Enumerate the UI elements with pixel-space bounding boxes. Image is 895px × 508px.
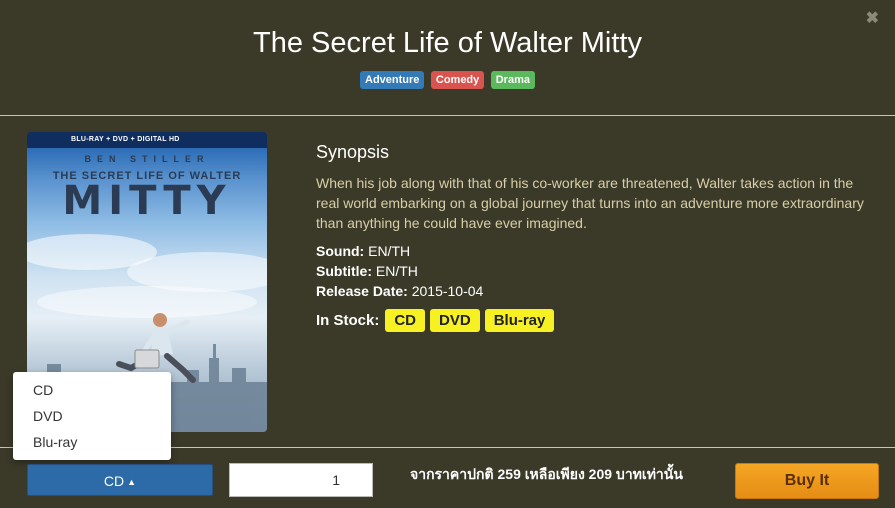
price-text: จากราคาปกติ 259 เหลือเพียง 209 บาทเท่านั…	[410, 466, 683, 482]
movie-title: The Secret Life of Walter Mitty	[253, 27, 642, 59]
stock-badge-cd: CD	[385, 309, 426, 332]
subtitle-value: EN/TH	[375, 263, 418, 279]
sound-row: Sound: EN/TH	[316, 241, 876, 261]
dropdown-option-dvd[interactable]: DVD	[13, 404, 171, 430]
genre-badge-drama: Drama	[490, 71, 535, 89]
quantity-input[interactable]: 1	[229, 463, 373, 497]
poster-actor: BEN STILLER	[84, 154, 210, 164]
poster-format-strip: BLU-RAY + DVD + DIGITAL HD	[27, 132, 267, 148]
caret-up-icon: ▲	[127, 477, 137, 488]
genre-badge-comedy: Comedy	[430, 71, 485, 89]
genre-badge-adventure: Adventure	[360, 71, 425, 89]
stock-label: In Stock:	[316, 312, 380, 329]
format-dropdown-menu: CD DVD Blu-ray	[13, 372, 171, 460]
release-label: Release Date:	[316, 283, 408, 299]
modal-header: The Secret Life of Walter Mitty Adventur…	[0, 0, 895, 115]
subtitle-label: Subtitle:	[316, 263, 372, 279]
sound-value: EN/TH	[368, 243, 411, 259]
synopsis-text: When his job along with that of his co-w…	[316, 175, 864, 231]
sound-label: Sound:	[316, 243, 365, 259]
poster-title: MITTY	[62, 178, 232, 224]
release-value: 2015-10-04	[411, 283, 484, 299]
synopsis-heading: Synopsis	[316, 142, 390, 162]
dropdown-option-bluray[interactable]: Blu-ray	[13, 430, 171, 456]
subtitle-row: Subtitle: EN/TH	[316, 261, 876, 281]
stock-row: In Stock: CD DVD Blu-ray	[316, 309, 876, 332]
dropdown-option-cd[interactable]: CD	[13, 378, 171, 404]
movie-info: Synopsis When his job along with that of…	[316, 142, 876, 332]
format-selected-value: CD	[103, 473, 125, 489]
buy-button[interactable]: Buy It	[735, 463, 879, 499]
format-select-button[interactable]: CD ▲	[27, 464, 213, 496]
header-divider	[0, 115, 895, 116]
stock-badge-bluray: Blu-ray	[484, 309, 555, 332]
stock-badge-dvd: DVD	[430, 309, 480, 332]
release-row: Release Date: 2015-10-04	[316, 281, 876, 301]
genre-tags: Adventure Comedy Drama	[0, 70, 895, 89]
